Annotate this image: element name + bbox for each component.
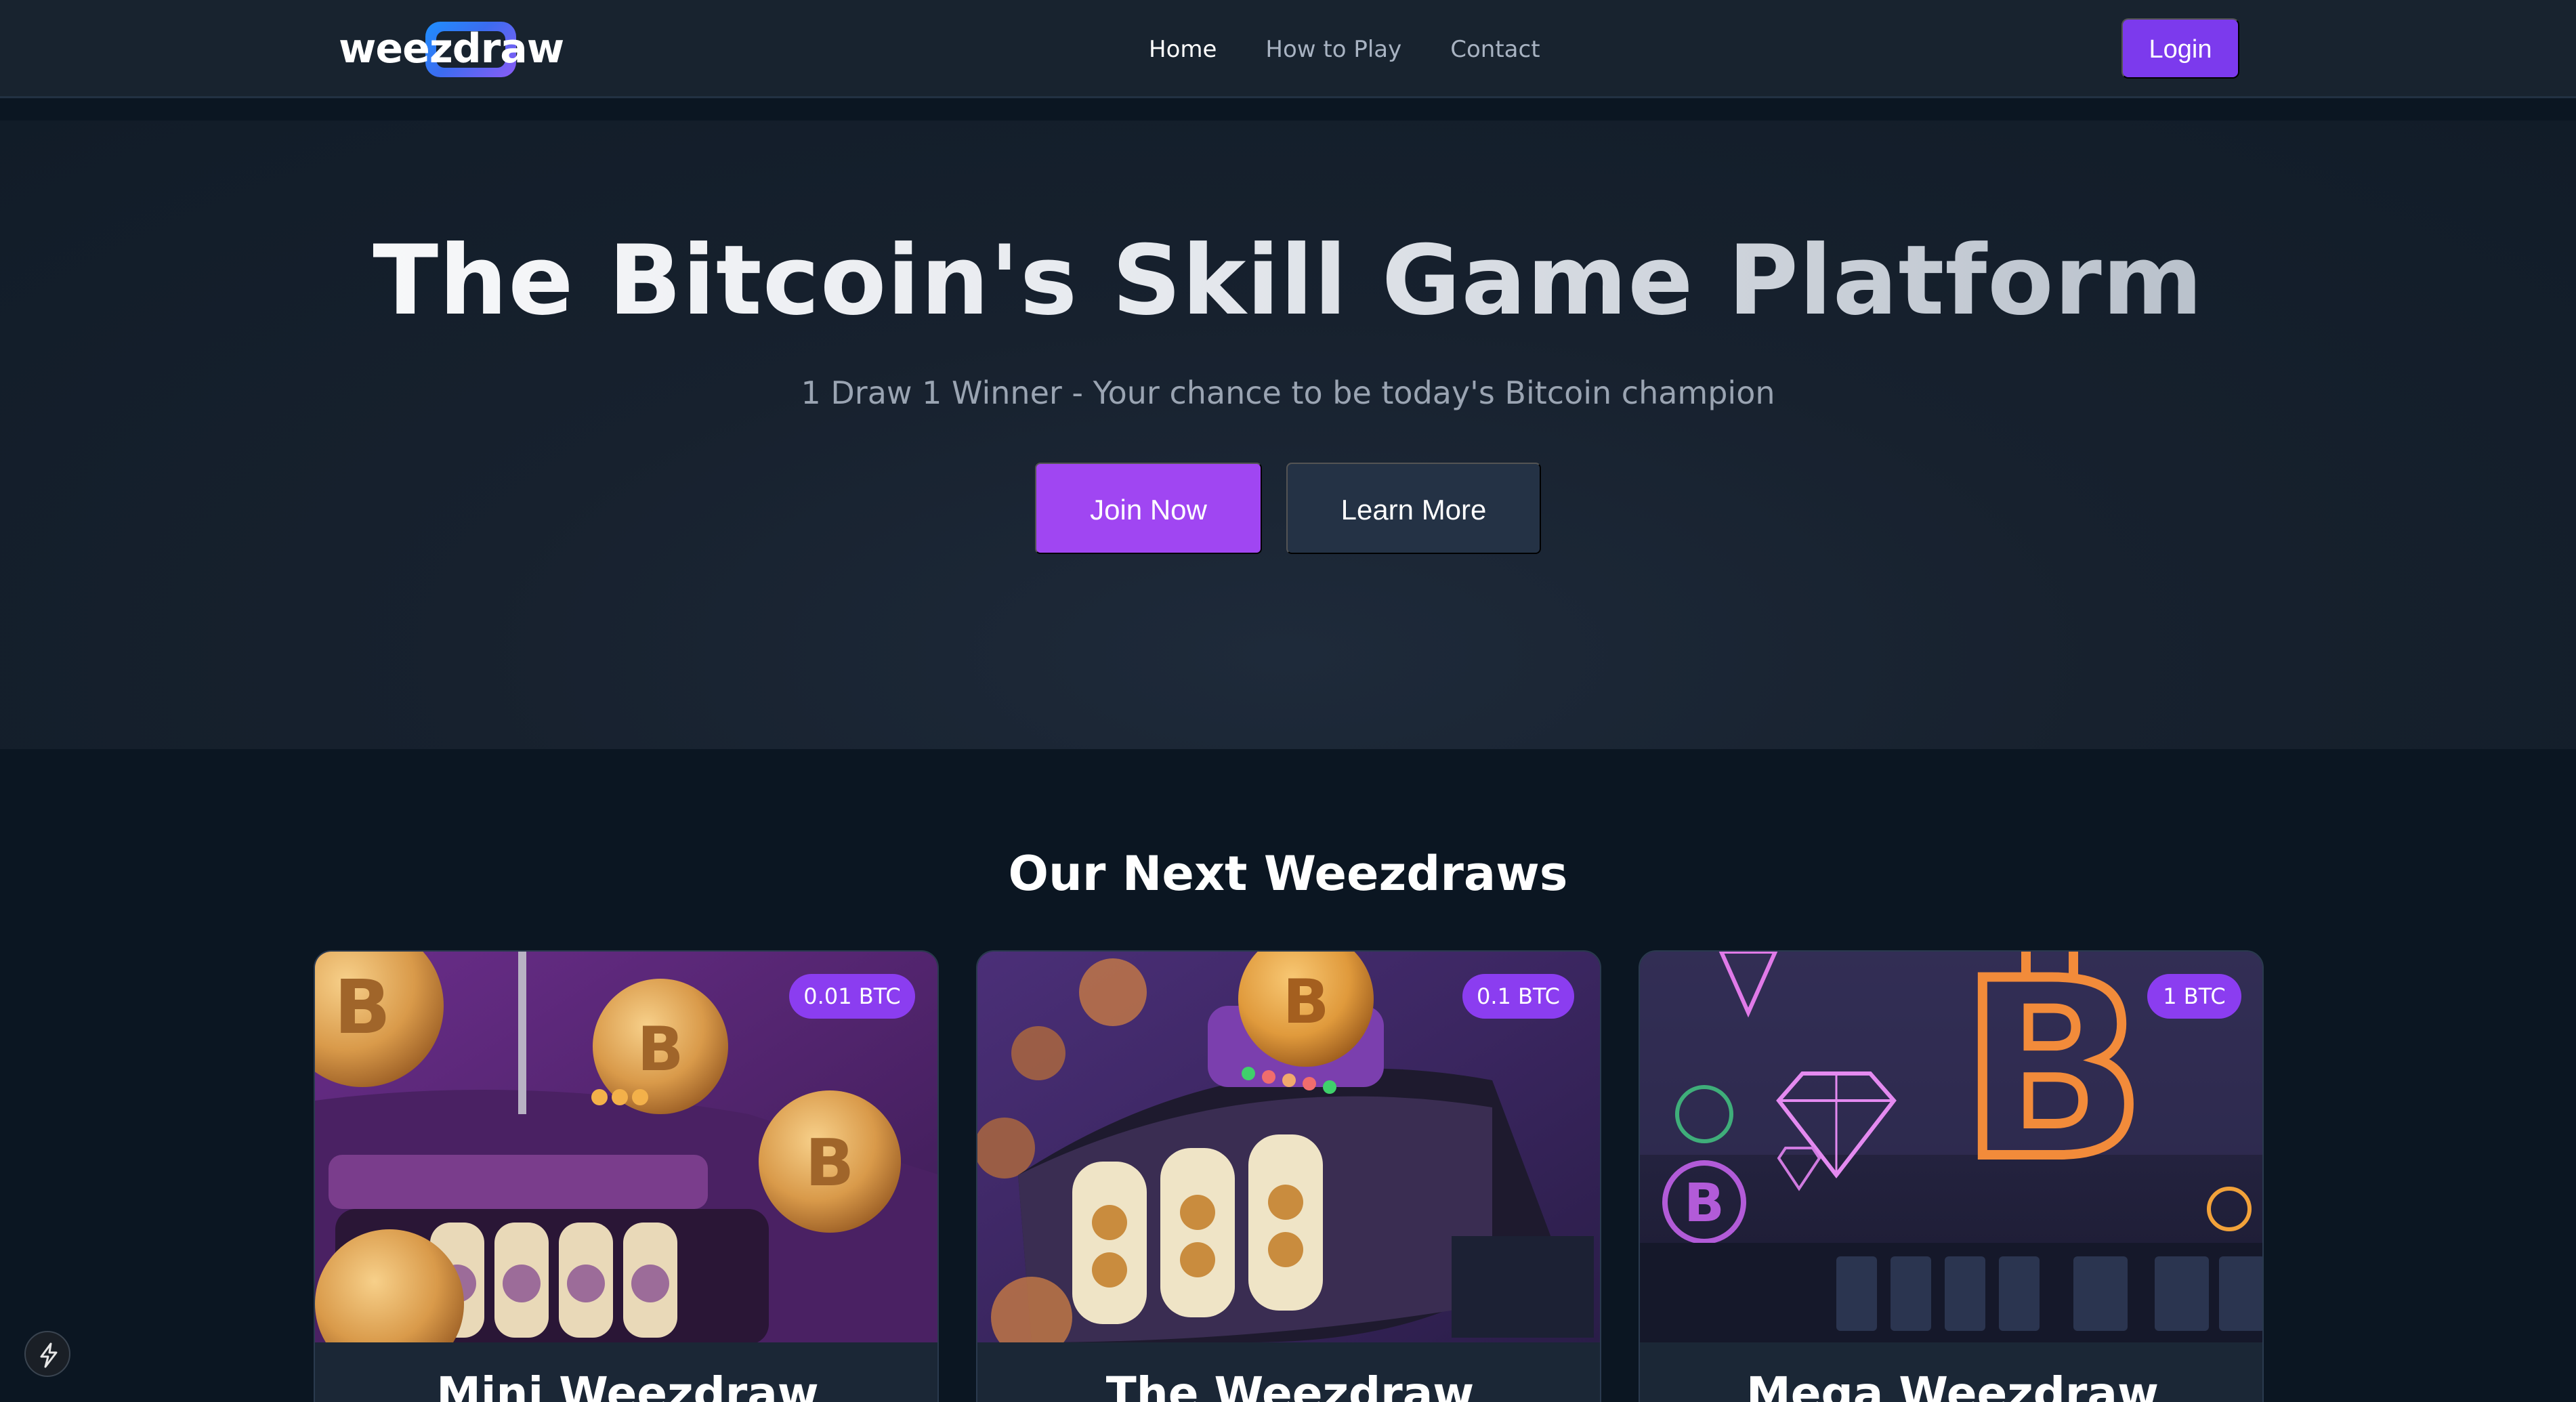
weezdraw-logo[interactable]: weezdraw <box>339 19 564 79</box>
draw-card-mini[interactable]: B B B 0.01 BTC Mini Weezdraw <box>314 950 939 1402</box>
join-now-button[interactable]: Join Now <box>1035 463 1262 554</box>
nav-link-contact[interactable]: Contact <box>1450 33 1540 66</box>
svg-text:B: B <box>1283 966 1330 1038</box>
nav-link-home[interactable]: Home <box>1149 33 1217 66</box>
prize-badge: 0.1 BTC <box>1462 974 1574 1019</box>
draw-card-standard[interactable]: B 0.1 BTC The Weezdraw <box>976 950 1601 1402</box>
svg-text:B: B <box>334 964 391 1050</box>
card-title: Mega Weezdraw <box>1746 1367 2159 1402</box>
card-title: Mini Weezdraw <box>436 1367 819 1402</box>
learn-more-button[interactable]: Learn More <box>1286 463 1541 554</box>
section-title: Our Next Weezdraws <box>1008 846 1568 901</box>
hero-section: The Bitcoin's Skill Game Platform 1 Draw… <box>0 121 2576 749</box>
hero-title: The Bitcoin's Skill Game Platform <box>0 224 2576 339</box>
card-body: The Weezdraw <box>977 1342 1600 1402</box>
card-body: Mega Weezdraw <box>1640 1342 2262 1402</box>
hero-subtitle: 1 Draw 1 Winner - Your chance to be toda… <box>801 375 1775 411</box>
lightning-bolt-icon[interactable] <box>24 1331 70 1377</box>
prize-badge: 1 BTC <box>2147 974 2241 1019</box>
page: weezdraw Home How to Play Contact Login … <box>0 0 2576 1402</box>
draw-card-mega[interactable]: B B 1 BTC Mega Weezdraw <box>1639 950 2264 1402</box>
prize-badge: 0.01 BTC <box>789 974 915 1019</box>
main-nav: Home How to Play Contact <box>1149 33 1540 66</box>
svg-text:B: B <box>1960 952 2146 1212</box>
svg-text:B: B <box>637 1014 684 1085</box>
top-navbar: weezdraw Home How to Play Contact Login <box>0 0 2576 98</box>
logo-text: weezdraw <box>339 25 564 72</box>
card-title: The Weezdraw <box>1105 1367 1475 1402</box>
svg-text:B: B <box>805 1126 854 1201</box>
svg-text:B: B <box>1684 1173 1724 1234</box>
login-button[interactable]: Login <box>2121 18 2239 79</box>
nav-link-how-to-play[interactable]: How to Play <box>1265 33 1401 66</box>
card-body: Mini Weezdraw <box>315 1342 937 1402</box>
